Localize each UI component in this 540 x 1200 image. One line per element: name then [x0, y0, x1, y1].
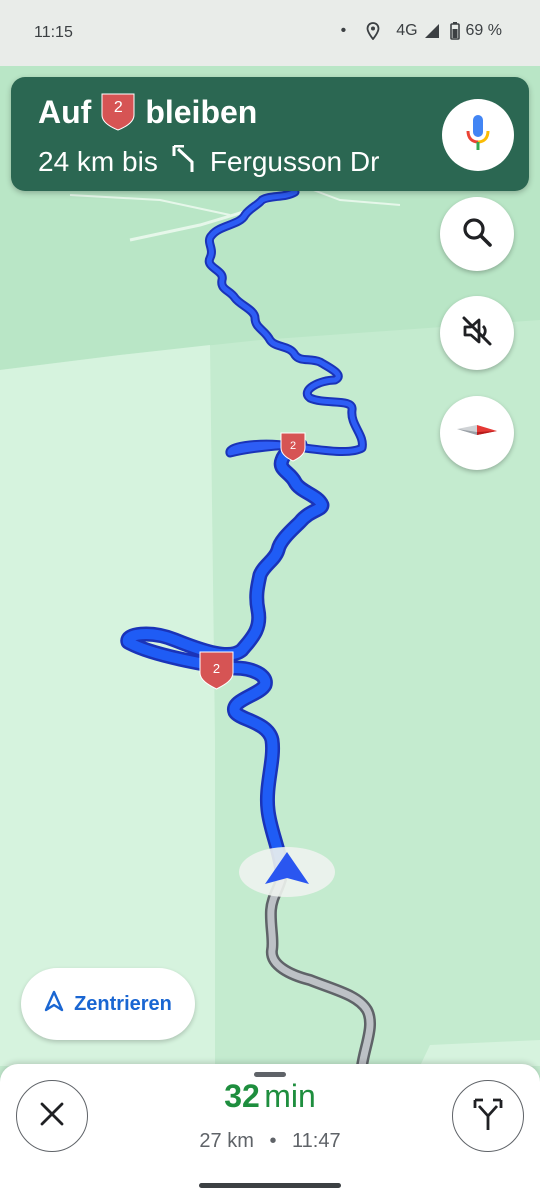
location-icon	[366, 22, 380, 40]
next-turn-line: 24 km bis Fergusson Dr	[38, 144, 380, 180]
duration-value: 32	[224, 1078, 260, 1114]
voice-search-button[interactable]	[442, 99, 514, 171]
recenter-label: Zentrieren	[74, 992, 172, 1015]
arrival-time: 11:47	[292, 1130, 341, 1152]
separator-dot: •	[269, 1130, 277, 1152]
direction-banner[interactable]: Auf 2 bleiben 24 km bis Fergusson Dr	[11, 77, 529, 191]
alternate-routes-button[interactable]	[452, 1080, 524, 1152]
system-gesture-bar[interactable]	[199, 1183, 341, 1188]
battery-level: 69 %	[465, 22, 502, 39]
duration-unit: min	[264, 1078, 316, 1114]
instruction-suffix: bleiben	[145, 93, 258, 130]
sound-off-icon	[460, 314, 494, 353]
remaining-distance: 27 km	[199, 1130, 254, 1152]
status-icons: • 4G 69 %	[341, 22, 502, 40]
status-time: 11:15	[34, 24, 73, 41]
instruction-prefix: Auf	[38, 93, 92, 130]
notification-dot: •	[340, 22, 347, 39]
search-button[interactable]	[440, 197, 514, 271]
alternate-routes-icon	[471, 1096, 505, 1137]
trip-summary-sheet[interactable]: 32 min 27 km • 11:47	[0, 1064, 540, 1200]
route-shield-number: 2	[213, 661, 220, 676]
status-bar: 11:15 • 4G 69 %	[0, 0, 540, 66]
turn-street-name: Fergusson Dr	[209, 146, 380, 177]
sheet-drag-handle[interactable]	[254, 1072, 286, 1077]
navigation-arrow-icon	[44, 990, 64, 1018]
network-type: 4G	[396, 22, 418, 39]
route-shield-number: 2	[113, 99, 123, 116]
microphone-icon	[465, 114, 491, 157]
battery-icon	[449, 22, 460, 40]
recenter-button[interactable]: Zentrieren	[21, 968, 195, 1040]
route-shield-number: 2	[290, 440, 296, 452]
compass-icon	[455, 419, 499, 448]
signal-icon	[424, 23, 440, 39]
route-shield-icon: 2	[101, 93, 135, 131]
instruction-line: Auf 2 bleiben	[38, 93, 257, 131]
turn-slight-left-icon	[172, 144, 198, 180]
compass-button[interactable]	[440, 396, 514, 470]
current-location-arrow	[239, 847, 335, 897]
valley-area	[0, 345, 215, 1066]
search-icon	[461, 216, 493, 253]
distance-to-turn: 24 km bis	[38, 146, 158, 177]
mute-toggle-button[interactable]	[440, 296, 514, 370]
